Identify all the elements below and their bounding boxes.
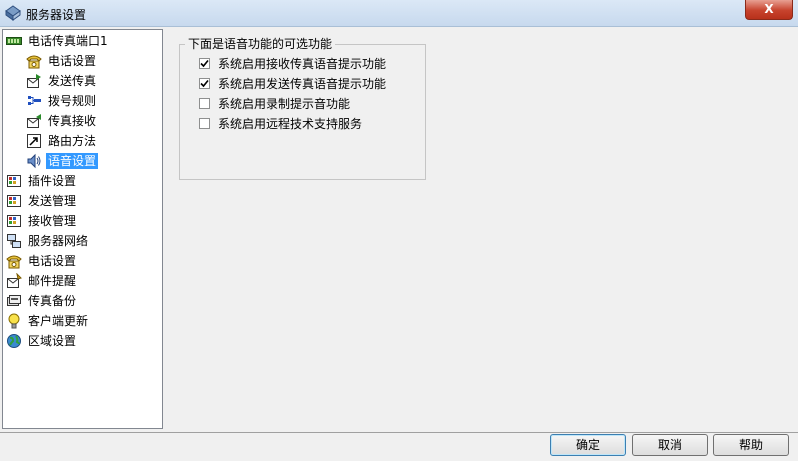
server-settings-icon [5,5,21,21]
globe-icon [7,334,21,348]
tree-item-label: 电话设置 [28,254,77,268]
tree-item-label: 传真备份 [28,294,77,308]
mail-icon [7,273,22,288]
plugin-icon [7,175,21,187]
checkbox[interactable] [199,118,210,129]
close-button[interactable]: X [745,0,793,20]
option-label: 系统启用接收传真语音提示功能 [218,57,387,71]
settings-tree[interactable]: 电话传真端口1 电话设置 发送传真 拨号规则 传真接收 路由方法 语音设置 插件… [2,29,163,429]
group-title: 下面是语音功能的可选功能 [185,37,336,51]
tree-item-label: 拨号规则 [48,94,97,108]
cancel-button[interactable]: 取消 [632,434,708,456]
lightbulb-icon [8,313,20,329]
divider [0,432,798,433]
ok-button[interactable]: 确定 [550,434,626,456]
tree-item-label: 发送传真 [48,74,97,88]
tree-item-label: 发送管理 [28,194,77,208]
tree-item-label: 电话设置 [48,54,97,68]
tree-item-label: 邮件提醒 [28,274,77,288]
phone-icon [6,255,22,269]
tree-item-label: 电话传真端口1 [28,34,108,48]
send-manage-icon [7,195,21,207]
tree-item-label: 语音设置 [46,153,99,169]
help-button[interactable]: 帮助 [713,434,789,456]
title-bar: 服务器设置 X [0,0,798,27]
modem-icon [6,37,22,45]
window-title: 服务器设置 [26,8,87,22]
option-label: 系统启用远程技术支持服务 [218,117,363,131]
option-label: 系统启用录制提示音功能 [218,97,351,111]
tree-item-label: 客户端更新 [28,314,89,328]
checkbox[interactable] [199,98,210,109]
dial-rules-icon [28,96,41,105]
receive-manage-icon [7,215,21,227]
tree-item-label: 区域设置 [28,334,77,348]
check-icon [200,59,209,68]
backup-icon [7,295,21,306]
send-fax-icon [27,74,41,88]
checkbox[interactable] [199,58,210,69]
tree-item-label: 插件设置 [28,174,77,188]
phone-icon [26,55,42,69]
receive-fax-icon [27,114,41,128]
tree-item-label: 服务器网络 [28,234,89,248]
check-icon [200,79,209,88]
option-label: 系统启用发送传真语音提示功能 [218,77,387,91]
speaker-icon [27,153,41,169]
tree-item-label: 路由方法 [48,134,97,148]
tree-item-label: 接收管理 [28,214,77,228]
network-icon [7,234,21,248]
checkbox[interactable] [199,78,210,89]
routing-icon [27,134,41,148]
tree-item-label: 传真接收 [48,114,97,128]
